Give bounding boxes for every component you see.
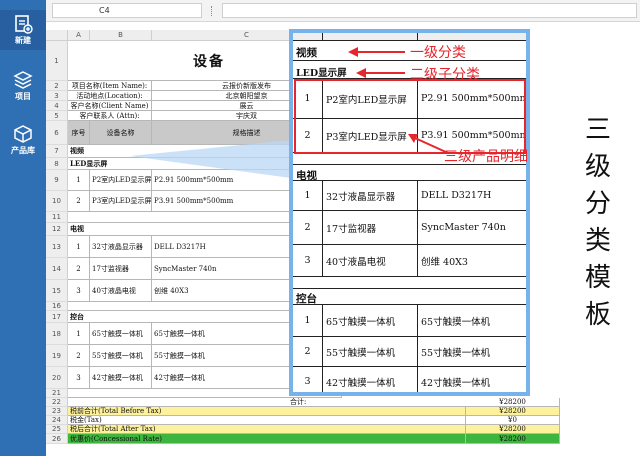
vertical-title-char: 分 <box>584 189 611 219</box>
vertical-title-char: 类 <box>584 226 611 256</box>
vertical-title-char: 三 <box>584 115 611 145</box>
vertical-title-char: 模 <box>584 263 611 293</box>
vertical-title: 三 级 分 类 模 板 <box>578 112 618 334</box>
vertical-title-char: 板 <box>584 300 611 330</box>
arrow-icon <box>356 68 405 78</box>
arrow-icon <box>408 134 449 154</box>
annotation-arrows <box>348 47 449 154</box>
vertical-title-char: 级 <box>584 152 611 182</box>
annotation-level3: 三级产品明细 <box>444 149 528 165</box>
annotation-level2: 二级子分类 <box>410 67 480 83</box>
arrow-icon <box>348 47 405 57</box>
annotation-level1: 一级分类 <box>410 45 466 61</box>
